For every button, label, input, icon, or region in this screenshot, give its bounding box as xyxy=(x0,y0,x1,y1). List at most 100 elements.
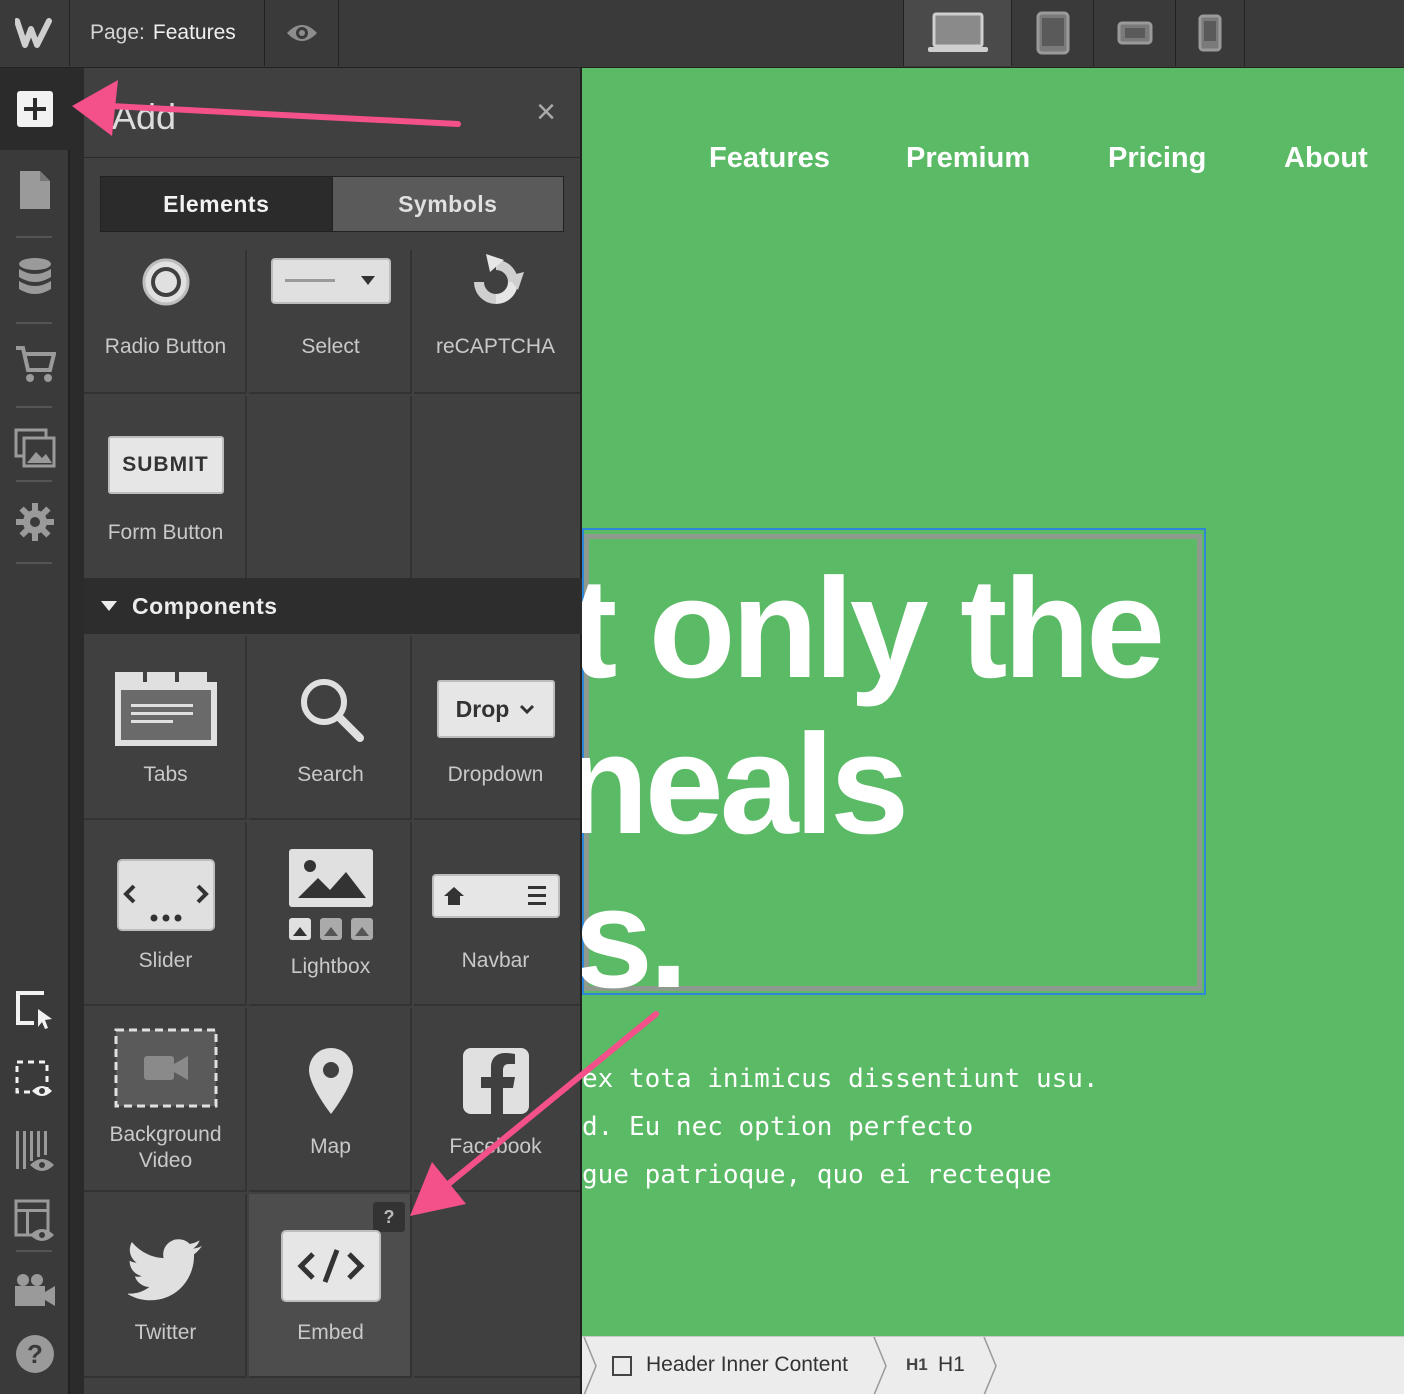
map-pin-icon xyxy=(249,1046,412,1116)
embed-code-icon xyxy=(249,1230,412,1302)
component-background-video[interactable]: Background Video xyxy=(84,1008,247,1192)
element-select[interactable]: Select xyxy=(249,250,412,394)
desktop-view-icon[interactable] xyxy=(903,0,1011,66)
element-label: Select xyxy=(301,335,360,358)
breadcrumb: Header Inner Content H1 H1 xyxy=(582,1336,1404,1394)
submit-button-preview: SUBMIT xyxy=(107,436,224,494)
heading-line-1: t only the xyxy=(582,549,1165,708)
breadcrumb-item-h1[interactable]: H1 xyxy=(938,1353,965,1377)
chevron-down-icon xyxy=(520,704,535,714)
empty-cell xyxy=(414,1194,580,1378)
svg-text:?: ? xyxy=(27,1339,43,1369)
preview-eye-icon[interactable] xyxy=(265,0,339,66)
component-label: Map xyxy=(310,1135,351,1158)
submit-button-icon: SUBMIT xyxy=(84,436,247,494)
element-label: Radio Button xyxy=(104,335,227,358)
help-question-icon[interactable]: ? xyxy=(0,1324,70,1384)
breadcrumb-item-header-inner[interactable]: Header Inner Content xyxy=(646,1353,848,1377)
settings-gear-icon[interactable] xyxy=(0,492,70,552)
ecommerce-cart-icon[interactable] xyxy=(0,334,70,394)
webflow-logo-icon[interactable] xyxy=(0,0,70,66)
assets-images-icon[interactable] xyxy=(0,418,70,478)
nav-link-pricing[interactable]: Pricing xyxy=(1108,142,1206,175)
select-icon xyxy=(249,258,412,304)
page-prefix: Page: xyxy=(90,21,145,44)
component-label: Slider xyxy=(138,949,193,972)
component-label: Navbar xyxy=(461,949,530,972)
help-badge[interactable]: ? xyxy=(373,1202,405,1232)
nav-link-about[interactable]: About xyxy=(1284,142,1368,175)
nav-link-premium[interactable]: Premium xyxy=(906,142,1030,175)
add-panel-button[interactable] xyxy=(0,68,70,150)
radio-button-icon xyxy=(84,256,247,308)
component-label: Background xyxy=(109,1123,222,1146)
top-bar: Page: Features xyxy=(0,0,1404,68)
component-search[interactable]: Search xyxy=(249,636,412,820)
component-label: Tabs xyxy=(143,763,188,786)
mobile-landscape-icon[interactable] xyxy=(1093,0,1175,66)
search-icon xyxy=(249,674,412,744)
pages-icon[interactable] xyxy=(0,160,70,220)
video-tutorial-icon[interactable] xyxy=(0,1260,70,1320)
div-block-icon xyxy=(612,1356,632,1376)
components-heading: Components xyxy=(132,592,278,619)
slider-icon xyxy=(84,858,247,932)
component-label: Twitter xyxy=(134,1321,197,1344)
style-manager-icon[interactable] xyxy=(0,1190,70,1254)
tab-symbols[interactable]: Symbols xyxy=(331,177,563,231)
design-canvas[interactable]: Features Premium Pricing About t only th… xyxy=(582,68,1404,1336)
component-slider[interactable]: Slider xyxy=(84,822,247,1006)
heading-line-2: neals xyxy=(582,705,909,864)
recaptcha-icon xyxy=(414,252,577,312)
nav-link-features[interactable]: Features xyxy=(709,142,830,175)
body-text-line-2: d. Eu nec option perfecto xyxy=(582,1112,974,1142)
element-label: reCAPTCHA xyxy=(435,335,556,358)
panel-tabs: Elements Symbols xyxy=(100,176,564,232)
component-lightbox[interactable]: Lightbox xyxy=(249,822,412,1006)
tablet-view-icon[interactable] xyxy=(1011,0,1093,66)
caret-down-icon xyxy=(101,601,117,611)
component-dropdown[interactable]: Drop Dropdown xyxy=(414,636,580,820)
lightbox-icon xyxy=(249,848,412,940)
component-tabs[interactable]: Tabs xyxy=(84,636,247,820)
facebook-icon xyxy=(414,1046,577,1116)
element-label: Form Button xyxy=(107,521,224,544)
component-label: Dropdown xyxy=(447,763,544,786)
preview-element-icon[interactable] xyxy=(0,1048,70,1112)
component-label: Lightbox xyxy=(290,955,371,978)
component-label: Search xyxy=(297,763,364,786)
select-cursor-icon[interactable] xyxy=(0,980,70,1040)
dropdown-icon: Drop xyxy=(414,680,577,738)
plus-icon xyxy=(17,91,53,127)
component-twitter[interactable]: Twitter xyxy=(84,1194,247,1378)
empty-cell xyxy=(249,396,412,580)
navigator-icon[interactable] xyxy=(0,1120,70,1184)
mobile-portrait-icon[interactable] xyxy=(1175,0,1245,66)
heading-tag-icon: H1 xyxy=(906,1355,928,1374)
add-panel: Add × Elements Symbols Radio Button Sele… xyxy=(84,68,582,1394)
cms-database-icon[interactable] xyxy=(0,248,70,308)
add-panel-header: Add × xyxy=(84,68,582,158)
dropdown-preview-text: Drop xyxy=(455,695,510,722)
component-label: Facebook xyxy=(449,1135,542,1158)
left-toolbar: ? xyxy=(0,68,70,1394)
components-section-header[interactable]: Components xyxy=(84,578,582,634)
component-label-line2: Video xyxy=(138,1149,193,1172)
close-icon[interactable]: × xyxy=(528,94,564,130)
component-facebook[interactable]: Facebook xyxy=(414,1008,580,1192)
element-radio-button[interactable]: Radio Button xyxy=(84,250,247,394)
tab-elements[interactable]: Elements xyxy=(101,177,332,231)
page-name: Features xyxy=(152,21,236,44)
component-navbar[interactable]: Navbar xyxy=(414,822,580,1006)
twitter-icon xyxy=(84,1238,247,1302)
heading-line-3: s. xyxy=(582,859,688,1018)
empty-cell xyxy=(414,396,580,580)
component-embed[interactable]: ? Embed xyxy=(249,1194,412,1378)
component-map[interactable]: Map xyxy=(249,1008,412,1192)
page-selector[interactable]: Page: Features xyxy=(70,0,265,66)
tabs-icon xyxy=(84,670,247,748)
panel-title: Add xyxy=(112,96,177,137)
body-text-line-1: ex tota inimicus dissentiunt usu. xyxy=(582,1064,1099,1094)
element-recaptcha[interactable]: reCAPTCHA xyxy=(414,250,580,394)
element-form-button[interactable]: SUBMIT Form Button xyxy=(84,396,247,580)
